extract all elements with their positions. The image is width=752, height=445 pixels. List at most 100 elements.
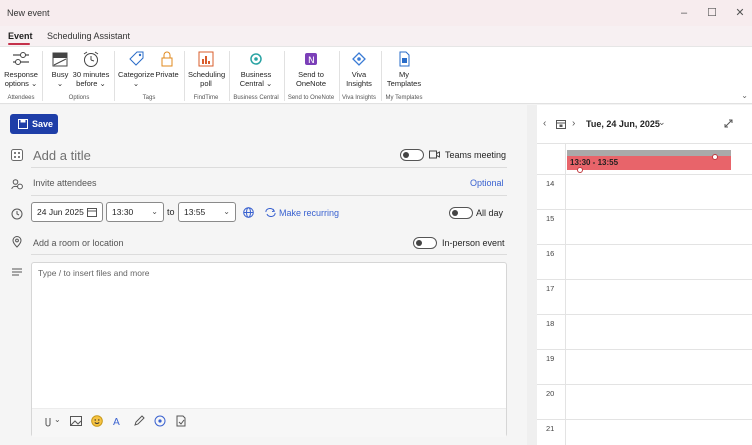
recurring-icon [265, 208, 276, 217]
scheduling-poll-button[interactable]: Scheduling poll [188, 50, 225, 88]
group-options: Options [68, 95, 90, 101]
tab-event[interactable]: Event [8, 31, 33, 41]
close-button[interactable]: ✕ [726, 4, 752, 22]
all-day-label: All day [476, 208, 504, 218]
body-toolbar [32, 408, 506, 437]
make-recurring-link[interactable]: Make recurring [279, 208, 339, 218]
svg-text:A: A [113, 417, 120, 427]
maximize-button[interactable]: ☐ [698, 4, 726, 22]
title-bar: New event – ☐ ✕ [0, 0, 752, 26]
event-resize-handle-top[interactable] [712, 154, 718, 160]
next-day-chevron-icon[interactable]: › [572, 118, 575, 129]
group-tags: Tags [142, 95, 156, 101]
alarm-clock-icon [83, 51, 99, 67]
teams-meeting-toggle[interactable] [400, 149, 424, 161]
to-label: to [167, 207, 175, 217]
title-divider [31, 167, 507, 168]
date-chevron-down-icon[interactable]: ⌄ [658, 117, 666, 128]
attendees-divider [31, 195, 507, 196]
hour-row: 19 [537, 349, 752, 384]
response-options-button[interactable]: Response options ⌄ [3, 50, 39, 88]
business-central-icon [250, 53, 262, 65]
categorize-label: Categorize ⌄ [118, 70, 155, 88]
group-findtime: FindTime [193, 95, 219, 101]
teams-meeting-label: Teams meeting [445, 150, 507, 160]
in-person-label: In-person event [442, 238, 505, 248]
emoji-icon[interactable] [91, 415, 103, 427]
send-to-onenote-button[interactable]: N Send to OneNote [288, 50, 334, 88]
start-time-value: 13:30 [112, 207, 134, 217]
viva-insights-button[interactable]: Viva Insights [342, 50, 376, 88]
loop-component-icon[interactable] [175, 415, 187, 427]
hour-row: 18 [537, 314, 752, 349]
day-calendar-pane: ‹ › Tue, 24 Jun, 2025 ⌄ 14 15 16 17 18 1… [537, 105, 752, 445]
hour-row: 17 [537, 279, 752, 314]
today-calendar-icon[interactable] [556, 119, 566, 129]
attach-chevron-down-icon[interactable]: ⌄ [54, 415, 61, 424]
video-camera-icon [429, 150, 440, 159]
hour-row: 14 [537, 174, 752, 209]
clock-icon [11, 208, 23, 220]
title-input[interactable]: Add a title [33, 148, 91, 163]
previous-day-chevron-icon[interactable]: ‹ [543, 118, 546, 129]
window-title: New event [7, 8, 50, 18]
ribbon-collapse-chevron-icon[interactable]: ⌄ [741, 91, 748, 100]
all-day-toggle[interactable] [449, 207, 473, 219]
busy-button[interactable]: Busy ⌄ [48, 50, 72, 88]
location-pin-icon [12, 236, 22, 248]
response-options-label: Response options ⌄ [4, 70, 38, 88]
calendar-date-label[interactable]: Tue, 24 Jun, 2025 [586, 119, 660, 129]
time-zone-globe-icon[interactable] [243, 207, 254, 218]
private-label: Private [155, 70, 179, 79]
ribbon-separator [229, 51, 230, 101]
tag-icon [129, 51, 144, 66]
ribbon-separator [42, 51, 43, 101]
attendees-icon [11, 179, 23, 190]
location-divider [31, 254, 507, 255]
templates-icon [399, 51, 410, 67]
pane-splitter[interactable] [527, 105, 537, 445]
in-person-toggle[interactable] [413, 237, 437, 249]
end-time-dropdown[interactable]: 13:55 ⌄ [178, 202, 236, 222]
ribbon-toolbar: Response options ⌄ Attendees Busy ⌄ 30 m… [0, 46, 752, 104]
draw-pen-icon[interactable] [133, 415, 145, 427]
title-grid-icon [11, 149, 23, 161]
save-button[interactable]: Save [10, 114, 58, 134]
hour-label: 14 [546, 179, 555, 188]
private-button[interactable]: Private [154, 50, 180, 79]
format-text-icon[interactable]: A [112, 415, 124, 427]
reminder-button[interactable]: 30 minutes before ⌄ [72, 50, 110, 88]
start-time-dropdown[interactable]: 13:30 ⌄ [106, 202, 164, 222]
event-resize-handle-bottom[interactable] [577, 167, 583, 173]
lock-icon [161, 51, 173, 67]
categorize-button[interactable]: Categorize ⌄ [118, 50, 154, 88]
body-placeholder: Type / to insert files and more [38, 268, 150, 278]
group-templates: My Templates [385, 95, 423, 101]
date-picker[interactable]: 24 Jun 2025 [31, 202, 103, 222]
attach-file-icon[interactable] [42, 415, 54, 427]
my-templates-button[interactable]: My Templates [385, 50, 423, 88]
hour-row: 20 [537, 384, 752, 419]
hour-label: 15 [546, 214, 555, 223]
description-lines-icon [12, 268, 22, 276]
group-attendees: Attendees [7, 95, 35, 101]
group-onenote: Send to OneNote [287, 95, 335, 101]
chevron-down-icon: ⌄ [223, 207, 230, 216]
hour-label: 20 [546, 389, 555, 398]
tab-scheduling-assistant[interactable]: Scheduling Assistant [47, 31, 130, 41]
ribbon-separator [381, 51, 382, 101]
location-input[interactable]: Add a room or location [33, 238, 124, 248]
expand-arrows-icon[interactable] [724, 119, 733, 128]
event-body-editor[interactable]: Type / to insert files and more ⌄ A [31, 262, 507, 437]
minimize-button[interactable]: – [670, 4, 698, 22]
invite-attendees-input[interactable]: Invite attendees [33, 178, 97, 188]
copilot-chat-icon[interactable] [154, 415, 166, 427]
insert-picture-icon[interactable] [70, 415, 82, 427]
draft-event-block[interactable]: 13:30 - 13:55 [567, 156, 731, 170]
reminder-label: 30 minutes before ⌄ [72, 70, 110, 88]
business-central-button[interactable]: Business Central ⌄ [234, 50, 278, 88]
group-business-central: Business Central [233, 95, 279, 101]
optional-attendees-link[interactable]: Optional [470, 178, 504, 188]
hour-label: 16 [546, 249, 555, 258]
hour-row: 15 [537, 209, 752, 244]
